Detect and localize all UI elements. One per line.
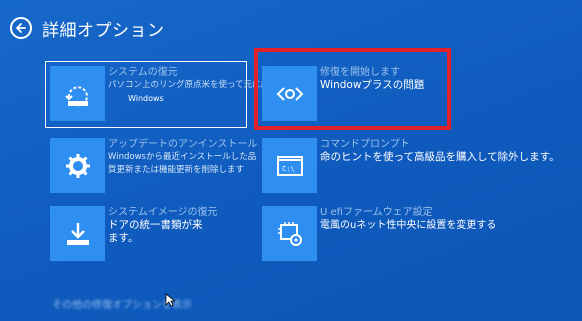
uefi-settings-tile[interactable]: U efiファームウェア設定 電風のuネット性中央に設置を変更する bbox=[262, 206, 496, 261]
tile-desc: ドアの統一書類が来 bbox=[108, 219, 203, 231]
mouse-cursor-icon bbox=[165, 293, 175, 307]
system-image-download-icon bbox=[50, 206, 105, 261]
tile-title: U efiファームウェア設定 bbox=[320, 207, 433, 218]
header: 詳細オプション bbox=[10, 14, 165, 42]
tile-desc-2: 質更新または機能更新を削除します bbox=[108, 165, 245, 175]
page-title: 詳細オプション bbox=[42, 20, 165, 41]
tile-desc: パソコン上のリング原点米を使って元に戻す bbox=[108, 80, 278, 90]
system-restore-icon bbox=[50, 66, 105, 121]
tile-title: アップデートのアンインストール bbox=[108, 139, 258, 150]
system-image-tile[interactable]: システムイメージの復元 ドアの統一書類が来 ます。 bbox=[50, 206, 218, 261]
tile-desc: 電風のuネット性中央に設置を変更する bbox=[320, 220, 497, 231]
uninstall-updates-tile[interactable]: アップデートのアンインストール Windowsから最近インストールした品 質更新… bbox=[50, 138, 257, 193]
tile-title: システムの復元 bbox=[108, 67, 178, 78]
gear-icon bbox=[50, 138, 105, 193]
tile-title: コマンドプロンプト bbox=[320, 139, 410, 150]
tile-desc: Windowsから最近インストールした品 bbox=[108, 152, 257, 162]
tile-desc-2: ます。 bbox=[108, 232, 139, 244]
tile-desc: 命のヒントを使って高級品を購入して除外します。 bbox=[320, 151, 560, 163]
tile-title: システムイメージの復元 bbox=[108, 207, 218, 218]
svg-text:C:\: C:\ bbox=[282, 165, 295, 173]
tile-title: 修復を開始します bbox=[320, 67, 400, 78]
code-brackets-gear-icon bbox=[262, 66, 317, 121]
back-arrow-icon[interactable] bbox=[10, 17, 32, 39]
command-prompt-icon: C:\ bbox=[262, 138, 317, 193]
chip-gear-icon bbox=[262, 206, 317, 261]
tile-desc: Windowプラスの問題 bbox=[320, 79, 425, 91]
tile-desc-2: Windows bbox=[128, 94, 164, 103]
command-prompt-tile[interactable]: C:\ コマンドプロンプト 命のヒントを使って高級品を購入して除外します。 bbox=[262, 138, 560, 193]
system-restore-tile[interactable]: システムの復元 パソコン上のリング原点米を使って元に戻す Windows bbox=[50, 66, 278, 121]
startup-repair-tile[interactable]: 修復を開始します Windowプラスの問題 bbox=[262, 66, 424, 121]
